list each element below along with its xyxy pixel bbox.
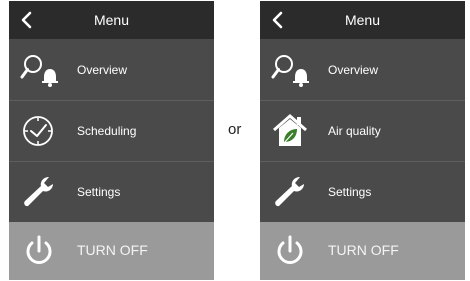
search-alarm-icon (20, 55, 58, 87)
menu-item-label: Overview (77, 63, 128, 77)
wrench-icon (24, 177, 53, 207)
menu-item-label: Settings (77, 185, 121, 199)
separator-text: or (228, 121, 242, 138)
menu-item-label: TURN OFF (328, 242, 399, 258)
turn-off-button[interactable]: TURN OFF (260, 222, 465, 280)
menu-item-overview[interactable]: Overview (260, 40, 465, 100)
power-icon (26, 235, 52, 264)
menu-item-label: TURN OFF (77, 242, 148, 258)
menu-item-settings[interactable]: Settings (260, 162, 465, 222)
power-icon (277, 235, 303, 264)
menu-item-air-quality[interactable]: Air quality (260, 101, 465, 161)
menu-header: Menu (9, 1, 214, 39)
menu-item-label: Overview (328, 63, 379, 77)
wrench-icon (275, 177, 304, 207)
home-leaf-icon (273, 114, 307, 146)
menu-panel-left: Menu Overview Scheduling Settings TURN O… (9, 1, 214, 280)
menu-item-label: Scheduling (77, 124, 137, 138)
chevron-left-icon[interactable] (267, 9, 289, 31)
turn-off-button[interactable]: TURN OFF (9, 222, 214, 280)
chevron-left-icon[interactable] (16, 9, 38, 31)
page-title: Menu (93, 12, 130, 28)
menu-item-label: Settings (328, 185, 372, 199)
menu-item-settings[interactable]: Settings (9, 162, 214, 222)
menu-item-label: Air quality (328, 124, 381, 138)
menu-item-overview[interactable]: Overview (9, 40, 214, 100)
search-alarm-icon (271, 55, 309, 87)
page-title: Menu (344, 12, 381, 28)
clock-icon (23, 116, 53, 146)
menu-item-scheduling[interactable]: Scheduling (9, 101, 214, 161)
menu-header: Menu (260, 1, 465, 39)
menu-panel-right: Menu Overview Air quality Settings TURN … (260, 1, 465, 280)
